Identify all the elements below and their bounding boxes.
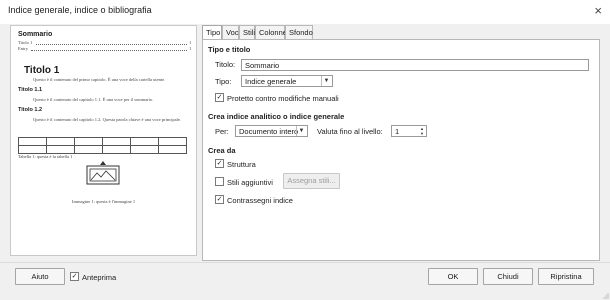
preview-checkbox[interactable]: ✓ (70, 272, 79, 281)
level-spinbox[interactable]: 1 ▲ ▼ (391, 125, 427, 137)
preview-toc-entry: Entry (18, 46, 28, 51)
section-create-from: Crea da (208, 146, 236, 155)
tab-sfondo[interactable]: Sfondo (285, 25, 313, 39)
preview-image-caption: Immagine 1: questa è l'immagine 1 (72, 199, 136, 204)
preview-table-caption: Tabella 1: questa è la tabella 1 (18, 154, 73, 159)
preview-label: Anteprima (82, 273, 117, 282)
type-label: Tipo: (215, 77, 232, 86)
close-button[interactable]: Chiudi (483, 268, 533, 285)
tab-colonne[interactable]: Colonne (255, 25, 287, 39)
image-placeholder-icon (86, 161, 120, 185)
section-create-index: Crea indice analitico o indice generale (208, 112, 345, 121)
preview-heading-1: Titolo 1 (24, 65, 60, 76)
preview-paragraph: Questo è il contenuto del capitolo 1.1. … (33, 97, 154, 102)
type-select-value: Indice generale (245, 77, 297, 86)
preview-heading-2: Titolo 1.1 (18, 87, 43, 93)
preview-toc-page: 1 (189, 40, 192, 45)
reset-button[interactable]: Ripristina (538, 268, 594, 285)
footer-separator (0, 262, 610, 263)
preview-pane: Sommario Titolo 1 1 Entry 1 Titolo 1 Que… (10, 25, 197, 256)
preview-table (18, 137, 187, 154)
tab-tipo[interactable]: Tipo (202, 25, 222, 40)
level-label: Valuta fino al livello: (317, 127, 383, 136)
window-title: Indice generale, indice o bibliografia (8, 5, 152, 15)
chevron-down-icon: ▼ (321, 76, 331, 86)
preview-toc-heading: Sommario (18, 31, 53, 38)
additional-styles-checkbox[interactable] (215, 177, 224, 186)
help-button[interactable]: Aiuto (15, 268, 65, 285)
level-value: 1 (395, 127, 400, 136)
section-type-and-title: Tipo e titolo (208, 45, 251, 54)
structure-label: Struttura (227, 160, 256, 169)
for-select[interactable]: Documento intero ▼ (235, 125, 308, 137)
preview-heading-2: Titolo 1.2 (18, 107, 43, 113)
for-label: Per: (215, 127, 229, 136)
structure-checkbox[interactable]: ✓ (215, 159, 224, 168)
protect-checkbox[interactable]: ✓ (215, 93, 224, 102)
tab-stili[interactable]: Stili (239, 25, 255, 39)
type-select[interactable]: Indice generale ▼ (241, 75, 333, 87)
preview-toc-leader (31, 50, 187, 51)
preview-toc-page: 1 (189, 46, 192, 51)
assign-styles-button[interactable]: Assegna stili... (283, 173, 340, 189)
title-bar: Indice generale, indice o bibliografia × (0, 0, 610, 24)
additional-styles-label: Stili aggiuntivi (227, 178, 273, 187)
preview-toc-entry: Titolo 1 (18, 40, 33, 45)
index-marks-label: Contrassegni indice (227, 196, 293, 205)
ok-button[interactable]: OK (428, 268, 478, 285)
preview-paragraph: Questo è il contenuto del capitolo 1.2. … (33, 117, 181, 122)
tab-panel-tipo: Tipo e titolo Titolo: Sommario Tipo: Ind… (202, 39, 600, 261)
close-icon[interactable]: × (594, 3, 602, 18)
preview-toc-leader (36, 44, 187, 45)
title-input[interactable]: Sommario (241, 59, 589, 71)
chevron-down-icon: ▼ (296, 126, 306, 136)
title-label: Titolo: (215, 60, 236, 69)
preview-paragraph: Questo è il contenuto del primo capitolo… (33, 77, 166, 82)
protect-label: Protetto contro modifiche manuali (227, 94, 339, 103)
index-marks-checkbox[interactable]: ✓ (215, 195, 224, 204)
tab-voci[interactable]: Voci (222, 25, 240, 39)
resize-grip-icon[interactable] (603, 293, 609, 299)
chevron-down-icon[interactable]: ▼ (418, 131, 426, 136)
for-select-value: Documento intero (239, 127, 299, 136)
